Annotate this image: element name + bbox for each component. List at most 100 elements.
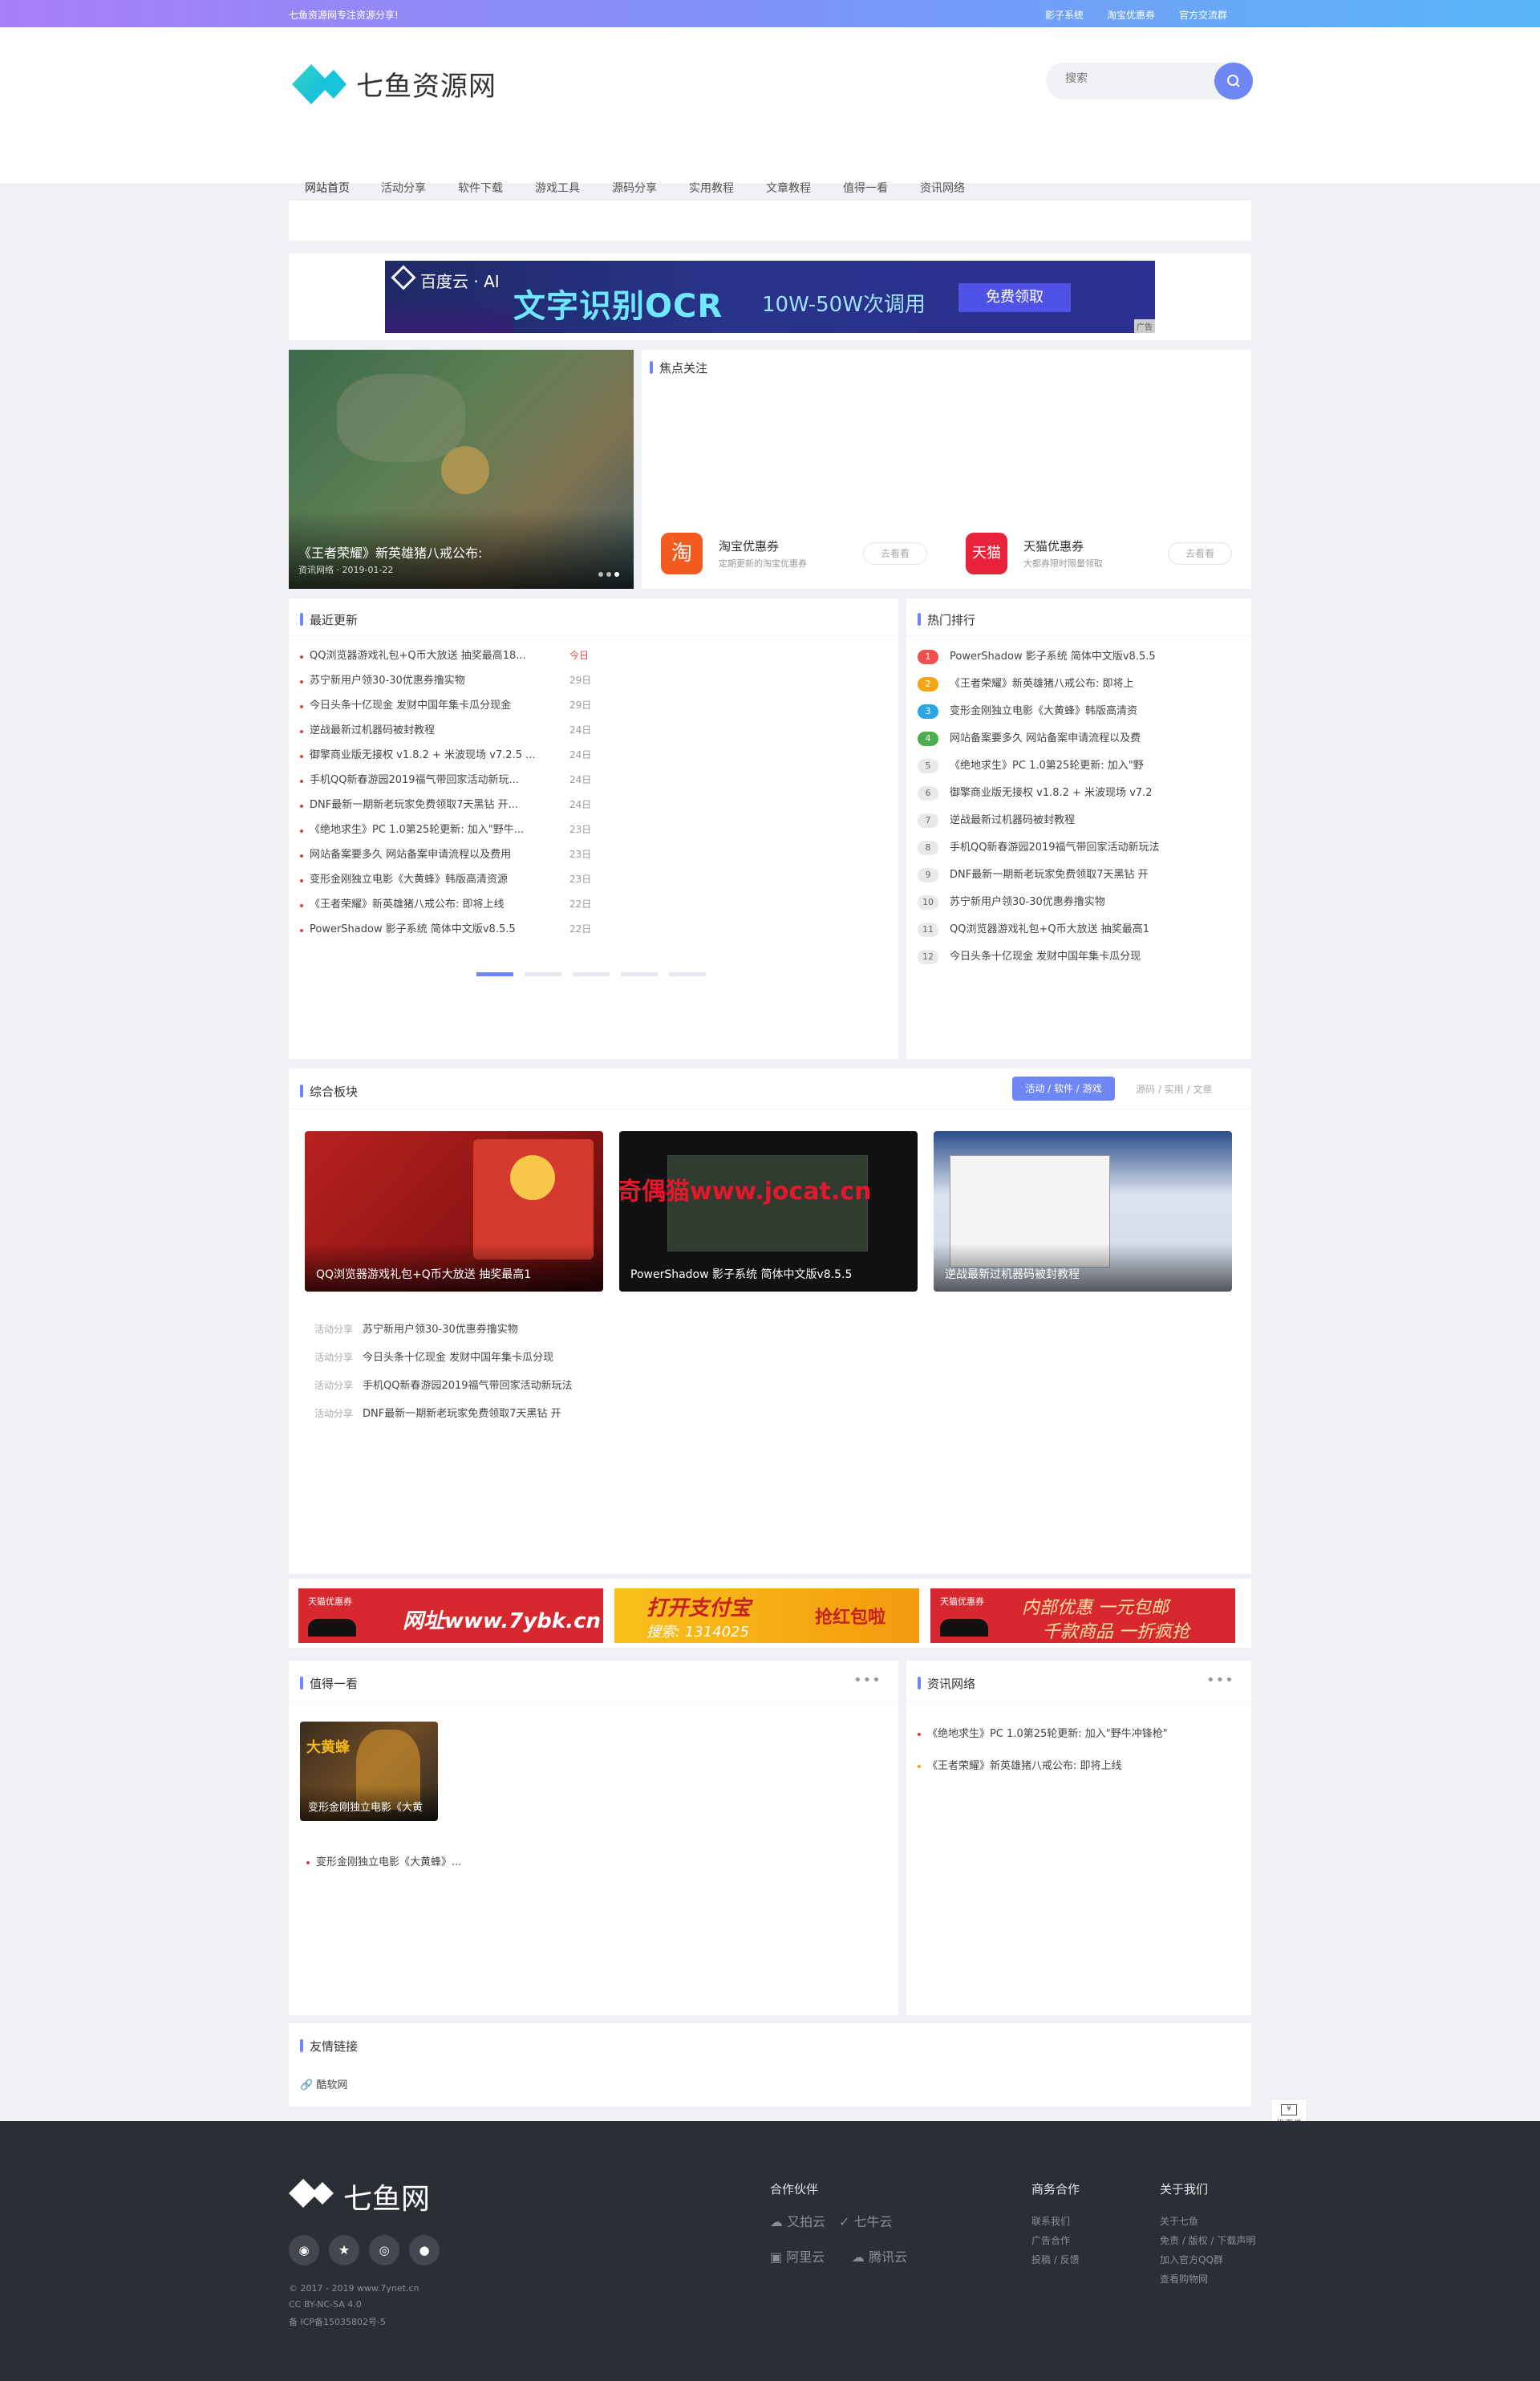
recent-item-title[interactable]: DNF最新一期新老玩家免费领取7天黑钻 开... [310, 793, 542, 817]
rss-icon[interactable]: ◉ [289, 2235, 319, 2265]
slider-dot[interactable] [606, 572, 611, 577]
recent-item[interactable]: 变形金刚独立电影《大黄蜂》韩版高清资源 23日 [300, 867, 877, 892]
recent-item[interactable]: 《王者荣耀》新英雄猪八戒公布: 即将上线 22日 [300, 892, 877, 917]
card-caption[interactable]: PowerShadow 影子系统 简体中文版v8.5.5 [630, 1266, 852, 1282]
news-item-title[interactable]: 《绝地求生》PC 1.0第25轮更新: 加入"野牛冲锋枪" [927, 1728, 1168, 1740]
card-caption[interactable]: 变形金刚独立电影《大黄 [308, 1799, 423, 1814]
hot-item-title[interactable]: 网站备案要多久 网站备案申请流程以及费 [950, 732, 1141, 744]
recent-item-title[interactable]: 手机QQ新春游园2019福气带回家活动新玩... [310, 768, 542, 793]
pager-bar[interactable] [573, 972, 610, 976]
hot-item[interactable]: 11 QQ浏览器游戏礼包+Q币大放送 抽奖最高1 [918, 915, 1238, 942]
recent-item[interactable]: PowerShadow 影子系统 简体中文版v8.5.5 22日 [300, 917, 877, 942]
combo-list-item[interactable]: 活动分享 今日头条十亿现金 发财中国年集卡瓜分现 [314, 1342, 876, 1370]
recent-item-title[interactable]: 变形金刚独立电影《大黄蜂》韩版高清资源 [310, 867, 542, 892]
hot-item[interactable]: 6 御擎商业版无接权 v1.8.2 + 米波现场 v7.2 [918, 778, 1238, 805]
worth-item-title[interactable]: 变形金刚独立电影《大黄蜂》... [316, 1856, 461, 1868]
hot-item[interactable]: 1 PowerShadow 影子系统 简体中文版v8.5.5 [918, 642, 1238, 669]
slider-dot[interactable] [598, 572, 603, 577]
focus-item-name[interactable]: 淘宝优惠券 [719, 537, 779, 554]
friend-link[interactable]: 🔗 酷软网 [300, 2076, 347, 2091]
hot-item-title[interactable]: 苏宁新用户领30-30优惠券撸实物 [950, 896, 1105, 908]
footer-link-shopping[interactable]: 查看购物网 [1160, 2272, 1208, 2286]
hot-item[interactable]: 10 苏宁新用户领30-30优惠券撸实物 [918, 887, 1238, 915]
search-button[interactable] [1214, 63, 1253, 99]
recent-item[interactable]: 手机QQ新春游园2019福气带回家活动新玩... 24日 [300, 768, 877, 793]
worth-item[interactable]: 变形金刚独立电影《大黄蜂》... [306, 1853, 461, 1868]
star-icon[interactable]: ★ [329, 2235, 359, 2265]
weibo-icon[interactable]: ◎ [369, 2235, 399, 2265]
recent-item[interactable]: 《绝地求生》PC 1.0第25轮更新: 加入"野牛... 23日 [300, 817, 877, 842]
toplink-qq-group[interactable]: 官方交流群 [1179, 8, 1227, 22]
qq-icon[interactable]: ● [409, 2235, 440, 2265]
combo-card[interactable]: 逆战最新过机器码被封教程 [934, 1131, 1232, 1292]
partner-upyun[interactable]: ☁ 又拍云 [770, 2211, 825, 2230]
footer-link-ads[interactable]: 广告合作 [1031, 2233, 1070, 2247]
site-logo-icon[interactable] [290, 59, 348, 109]
recent-item[interactable]: 今日头条十亿现金 发财中国年集卡瓜分现金 29日 [300, 693, 877, 718]
footer-link-feedback[interactable]: 投稿 / 反馈 [1031, 2253, 1080, 2266]
news-item[interactable]: 《绝地求生》PC 1.0第25轮更新: 加入"野牛冲锋枪" [918, 1725, 1168, 1740]
combo-list-item[interactable]: 活动分享 DNF最新一期新老玩家免费领取7天黑钻 开 [314, 1398, 876, 1426]
recent-item-title[interactable]: 网站备案要多久 网站备案申请流程以及费用 [310, 842, 542, 867]
recent-item-title[interactable]: QQ浏览器游戏礼包+Q币大放送 抽奖最高18... [310, 643, 542, 668]
combo-list-item[interactable]: 活动分享 手机QQ新春游园2019福气带回家活动新玩法 [314, 1370, 876, 1398]
hot-item-title[interactable]: QQ浏览器游戏礼包+Q币大放送 抽奖最高1 [950, 923, 1149, 935]
hot-item-title[interactable]: 逆战最新过机器码被封教程 [950, 814, 1075, 826]
hot-item[interactable]: 9 DNF最新一期新老玩家免费领取7天黑钻 开 [918, 860, 1238, 887]
recent-item-title[interactable]: 御擎商业版无接权 v1.8.2 + 米波现场 v7.2.5 ... [310, 743, 542, 768]
combo-item-category[interactable]: 活动分享 [314, 1324, 353, 1335]
ad-tmall-url[interactable]: 天猫优惠券 网址www.7ybk.cn [298, 1588, 603, 1643]
combo-card[interactable]: QQ浏览器游戏礼包+Q币大放送 抽奖最高1 [305, 1131, 603, 1292]
hot-item-title[interactable]: 《王者荣耀》新英雄猪八戒公布: 即将上 [950, 678, 1134, 690]
recent-item-title[interactable]: 苏宁新用户领30-30优惠券撸实物 [310, 668, 542, 693]
combo-item-category[interactable]: 活动分享 [314, 1408, 353, 1419]
combo-item-title[interactable]: DNF最新一期新老玩家免费领取7天黑钻 开 [363, 1408, 561, 1420]
hot-item[interactable]: 7 逆战最新过机器码被封教程 [918, 805, 1238, 833]
recent-item[interactable]: DNF最新一期新老玩家免费领取7天黑钻 开... 24日 [300, 793, 877, 817]
hot-item-title[interactable]: 变形金刚独立电影《大黄蜂》韩版高清资 [950, 705, 1137, 717]
footer-brand[interactable]: 七鱼网 [343, 2176, 430, 2217]
slider-caption[interactable]: 《王者荣耀》新英雄猪八戒公布: [298, 542, 482, 562]
combo-item-title[interactable]: 苏宁新用户领30-30优惠券撸实物 [363, 1324, 518, 1336]
combo-list-item[interactable]: 活动分享 苏宁新用户领30-30优惠券撸实物 [314, 1314, 876, 1342]
pager-bar[interactable] [525, 972, 561, 976]
recent-item[interactable]: QQ浏览器游戏礼包+Q币大放送 抽奖最高18... 今日 [300, 643, 877, 668]
pager-bar[interactable] [621, 972, 658, 976]
toplink-taobao-coupon[interactable]: 淘宝优惠券 [1107, 8, 1155, 22]
footer-icp[interactable]: 备 ICP备15035802号-5 [289, 2315, 386, 2328]
combo-item-category[interactable]: 活动分享 [314, 1380, 353, 1391]
recent-item-title[interactable]: 今日头条十亿现金 发财中国年集卡瓜分现金 [310, 693, 542, 718]
ad-cta-button[interactable]: 免费领取 [958, 283, 1071, 312]
recent-item[interactable]: 网站备案要多久 网站备案申请流程以及费用 23日 [300, 842, 877, 867]
footer-link-qq-group[interactable]: 加入官方QQ群 [1160, 2253, 1223, 2266]
recent-item[interactable]: 苏宁新用户领30-30优惠券撸实物 29日 [300, 668, 877, 693]
pager-bar-active[interactable] [476, 972, 513, 976]
card-caption[interactable]: QQ浏览器游戏礼包+Q币大放送 抽奖最高1 [316, 1266, 531, 1282]
hot-item[interactable]: 8 手机QQ新春游园2019福气带回家活动新玩法 [918, 833, 1238, 860]
recent-item[interactable]: 逆战最新过机器码被封教程 24日 [300, 718, 877, 743]
focus-item-name[interactable]: 天猫优惠券 [1023, 537, 1084, 554]
ad-alipay[interactable]: 打开支付宝 搜索: 1314025 抢红包啦 [614, 1588, 919, 1643]
recent-item-title[interactable]: 《王者荣耀》新英雄猪八戒公布: 即将上线 [310, 892, 542, 917]
combo-tab-active[interactable]: 活动 / 软件 / 游戏 [1012, 1077, 1115, 1101]
recent-item[interactable]: 御擎商业版无接权 v1.8.2 + 米波现场 v7.2.5 ... 24日 [300, 743, 877, 768]
more-icon[interactable]: ••• [853, 1672, 881, 1689]
friend-link-label[interactable]: 酷软网 [316, 2079, 347, 2091]
partner-qiniu[interactable]: ✓ 七牛云 [839, 2211, 893, 2230]
news-item-title[interactable]: 《王者荣耀》新英雄猪八戒公布: 即将上线 [927, 1760, 1122, 1772]
combo-tab[interactable]: 源码 / 实用 / 文章 [1136, 1082, 1212, 1096]
hot-item-title[interactable]: 《绝地求生》PC 1.0第25轮更新: 加入"野 [950, 760, 1144, 772]
hot-item[interactable]: 4 网站备案要多久 网站备案申请流程以及费 [918, 724, 1238, 751]
focus-go-button[interactable]: 去看看 [1168, 542, 1232, 565]
hero-slider[interactable]: 《王者荣耀》新英雄猪八戒公布: 资讯网络 · 2019-01-22 [289, 350, 634, 589]
hot-item-title[interactable]: 手机QQ新春游园2019福气带回家活动新玩法 [950, 842, 1160, 854]
search-input[interactable] [1065, 72, 1210, 85]
hot-item[interactable]: 5 《绝地求生》PC 1.0第25轮更新: 加入"野 [918, 751, 1238, 778]
combo-item-title[interactable]: 手机QQ新春游园2019福气带回家活动新玩法 [363, 1380, 573, 1392]
recent-item-title[interactable]: 逆战最新过机器码被封教程 [310, 718, 542, 743]
recent-item-title[interactable]: PowerShadow 影子系统 简体中文版v8.5.5 [310, 917, 542, 942]
hot-item-title[interactable]: PowerShadow 影子系统 简体中文版v8.5.5 [950, 651, 1156, 663]
focus-go-button[interactable]: 去看看 [863, 542, 927, 565]
partner-aliyun[interactable]: ▣ 阿里云 [770, 2246, 825, 2265]
combo-item-category[interactable]: 活动分享 [314, 1352, 353, 1363]
